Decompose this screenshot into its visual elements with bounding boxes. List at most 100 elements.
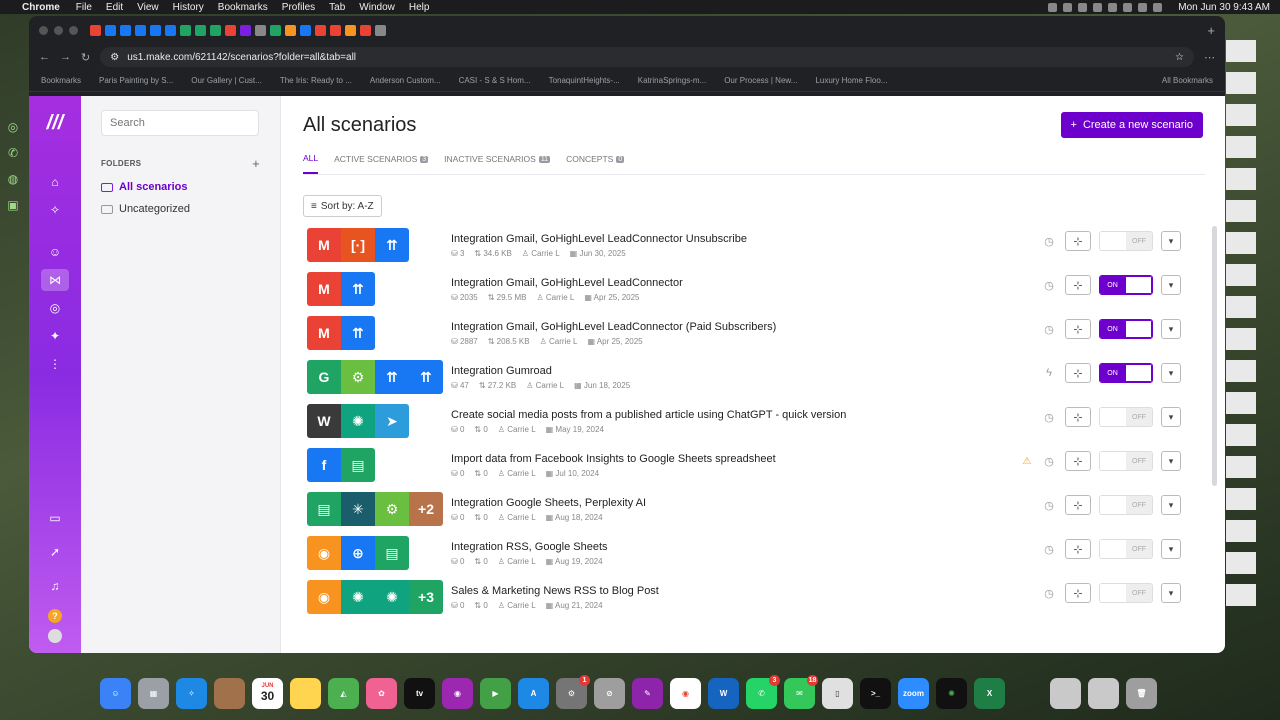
schedule-clock-icon[interactable]: ◷	[1041, 235, 1057, 248]
search-input[interactable]	[101, 110, 259, 136]
scenario-app-icons[interactable]: ◉ ⊕ ▤	[307, 536, 451, 570]
bookmark-item[interactable]: Luxury Home Floo...	[815, 76, 887, 85]
scenario-menu-button[interactable]: ▾	[1161, 495, 1181, 515]
scenario-menu-button[interactable]: ▾	[1161, 319, 1181, 339]
bell-icon[interactable]: ♫	[41, 575, 69, 597]
scenario-app-icons[interactable]: f ▤	[307, 448, 451, 482]
close-window-icon[interactable]	[39, 25, 48, 35]
desktop-file[interactable]	[1226, 520, 1278, 544]
browser-tab[interactable]	[240, 24, 251, 36]
new-tab-icon[interactable]: +	[1207, 23, 1215, 38]
avatar[interactable]	[48, 629, 62, 643]
facetime-icon[interactable]: ▶	[480, 677, 511, 709]
launchpad-icon[interactable]: ▦	[138, 677, 169, 709]
reload-icon[interactable]: ↻	[81, 51, 90, 64]
tab-all[interactable]: ALL	[303, 153, 319, 174]
scenario-row[interactable]: W ✺ ➤ Create social media posts from a pub…	[303, 399, 1205, 443]
scenarios-icon[interactable]: ⋈	[41, 269, 69, 291]
scenario-diagram-button[interactable]: ⊹	[1065, 319, 1091, 339]
calendar-icon[interactable]: JUN 30	[252, 677, 283, 709]
desktop-file[interactable]	[1226, 488, 1278, 512]
desktop-file[interactable]	[1226, 264, 1278, 288]
warning-icon[interactable]: ⚠	[1021, 456, 1033, 467]
schedule-clock-icon[interactable]: ◷	[1041, 499, 1057, 512]
extensions-icon[interactable]: ⋯	[1204, 51, 1215, 64]
desktop-file[interactable]	[1226, 456, 1278, 480]
scenario-menu-button[interactable]: ▾	[1161, 231, 1181, 251]
browser-tab[interactable]	[150, 24, 161, 36]
help-icon[interactable]: ?	[48, 609, 62, 623]
maximize-window-icon[interactable]	[69, 25, 78, 35]
scenario-app-icons[interactable]: ▤ ✳ ⚙ +2	[307, 492, 451, 526]
chat-icon[interactable]: ◎	[8, 120, 18, 134]
scenario-toggle[interactable]: OFF	[1099, 583, 1153, 603]
photos-icon[interactable]: ✿	[366, 677, 397, 709]
menu-edit[interactable]: Edit	[106, 2, 123, 13]
desktop-file[interactable]	[1226, 552, 1278, 576]
scenario-toggle[interactable]: OFF	[1099, 495, 1153, 515]
desktop-file[interactable]	[1226, 232, 1278, 256]
desktop-file[interactable]	[1226, 296, 1278, 320]
browser-tab[interactable]	[330, 24, 341, 36]
scenario-toggle[interactable]: ON	[1099, 275, 1153, 295]
scenario-toggle[interactable]: ON	[1099, 319, 1153, 339]
terminal-icon[interactable]: >_	[860, 677, 891, 709]
apple-tv-icon[interactable]: tv	[404, 677, 435, 709]
trash-icon[interactable]: 🗑	[1126, 677, 1157, 709]
bookmark-item[interactable]: Our Gallery | Cust...	[191, 76, 262, 85]
app-icon[interactable]: ▯	[822, 677, 853, 709]
tray-icon[interactable]	[1093, 2, 1103, 12]
scenario-diagram-button[interactable]: ⊹	[1065, 539, 1091, 559]
bookmark-star-icon[interactable]: ☆	[1175, 52, 1184, 63]
excel-icon[interactable]: X	[974, 677, 1005, 709]
menu-view[interactable]: View	[137, 2, 159, 13]
scenario-row[interactable]: G ⚙ ⇈ ⇈ Integration Gumroad ⛁ 47 ⇅ 27.2 KB …	[303, 355, 1205, 399]
schedule-clock-icon[interactable]: ◷	[1041, 543, 1057, 556]
menu-help[interactable]: Help	[409, 2, 430, 13]
back-icon[interactable]: ←	[39, 51, 50, 63]
browser-tab[interactable]	[135, 24, 146, 36]
scenario-row[interactable]: f ▤ Import data from Facebook Insights to…	[303, 443, 1205, 487]
desktop-file[interactable]	[1226, 584, 1278, 608]
list-scrollbar[interactable]	[1212, 226, 1217, 486]
scenario-diagram-button[interactable]: ⊹	[1065, 363, 1091, 383]
browser-tab[interactable]	[225, 24, 236, 36]
tray-icon[interactable]	[1078, 2, 1088, 12]
scenario-row[interactable]: M ⇈ Integration Gmail, GoHighLevel LeadCo…	[303, 267, 1205, 311]
address-bar[interactable]: ⚙ us1.make.com/621142/scenarios?folder=a…	[100, 47, 1194, 67]
browser-tab[interactable]	[195, 24, 206, 36]
search-icon[interactable]	[1153, 2, 1163, 12]
scenario-toggle[interactable]: OFF	[1099, 231, 1153, 251]
chrome-icon[interactable]: ◉	[670, 677, 701, 709]
settings-gear-icon[interactable]: ⚙ 1	[556, 674, 590, 709]
scenarios-share-icon[interactable]: ✧	[41, 199, 69, 221]
desktop-file[interactable]	[1226, 40, 1278, 64]
menu-bookmarks[interactable]: Bookmarks	[218, 2, 268, 13]
notes-icon[interactable]	[290, 677, 321, 709]
folder-uncategorized[interactable]: Uncategorized	[101, 203, 260, 215]
desktop-file[interactable]	[1226, 168, 1278, 192]
scenario-menu-button[interactable]: ▾	[1161, 451, 1181, 471]
documents-folder-icon[interactable]	[1088, 677, 1119, 709]
desktop-file[interactable]	[1226, 328, 1278, 352]
browser-tab[interactable]	[345, 24, 356, 36]
word-icon[interactable]: W	[708, 677, 739, 709]
desktop-file[interactable]	[1226, 392, 1278, 416]
bookmark-item[interactable]: CASI - S & S Hom...	[459, 76, 531, 85]
make-logo[interactable]: ///	[47, 112, 64, 135]
scenario-menu-button[interactable]: ▾	[1161, 275, 1181, 295]
menubar-app-name[interactable]: Chrome	[22, 2, 60, 13]
menu-profiles[interactable]: Profiles	[282, 2, 315, 13]
scenario-diagram-button[interactable]: ⊹	[1065, 451, 1091, 471]
desktop-file[interactable]	[1226, 104, 1278, 128]
browser-tab[interactable]	[300, 24, 311, 36]
tray-icon[interactable]	[1048, 2, 1058, 12]
connections-icon[interactable]: ◎	[41, 297, 69, 319]
scenario-row[interactable]: M ⇈ Integration Gmail, GoHighLevel LeadCo…	[303, 311, 1205, 355]
bookmark-item[interactable]: Bookmarks	[41, 76, 81, 85]
browser-tab[interactable]	[210, 24, 221, 36]
scenario-app-icons[interactable]: M ⇈	[307, 272, 451, 306]
schedule-clock-icon[interactable]: ◷	[1041, 455, 1057, 468]
all-bookmarks[interactable]: All Bookmarks	[1162, 76, 1213, 85]
app-icon[interactable]: ◍	[8, 172, 18, 186]
